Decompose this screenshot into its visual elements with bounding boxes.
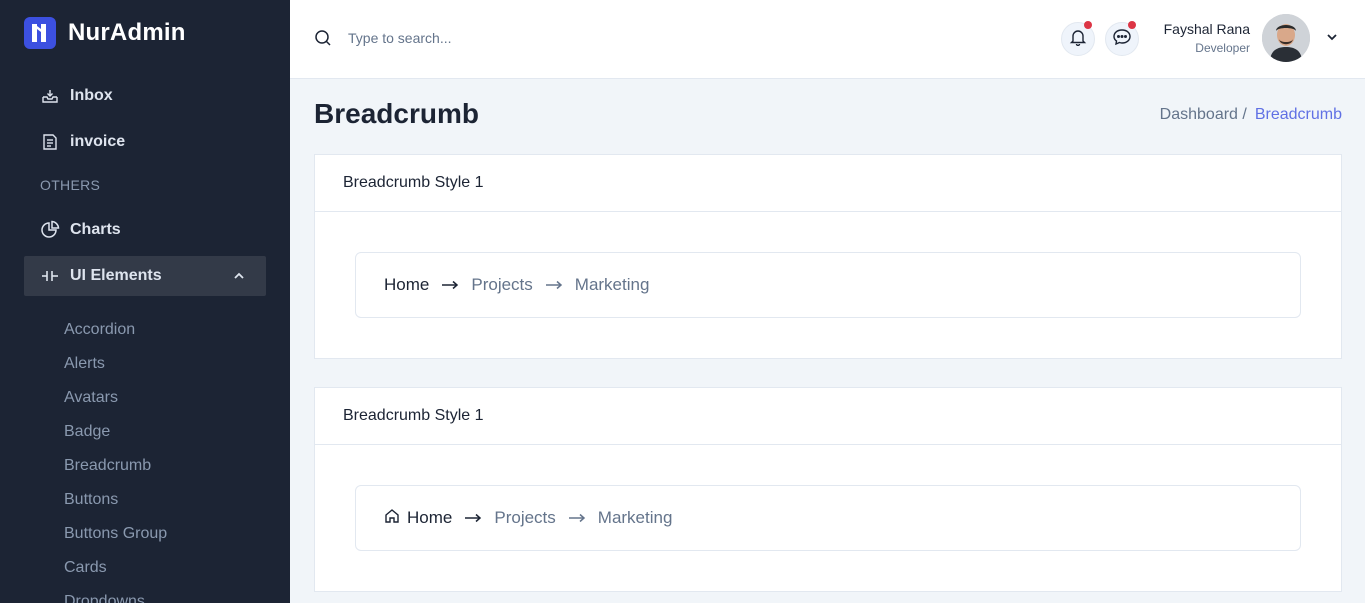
submenu-item-breadcrumb[interactable]: Breadcrumb xyxy=(64,456,167,490)
chat-icon xyxy=(1112,27,1132,52)
search-icon[interactable] xyxy=(314,29,332,52)
breadcrumb-projects-link[interactable]: Projects xyxy=(471,275,532,295)
breadcrumb-card-1: Breadcrumb Style 1 Home Projects Marketi… xyxy=(314,154,1342,359)
sidebar-item-label: UI Elements xyxy=(70,267,162,284)
user-name[interactable]: Fayshal Rana xyxy=(1164,21,1250,37)
top-header: Fayshal Rana Developer xyxy=(290,0,1365,79)
breadcrumb-dashboard-link[interactable]: Dashboard / xyxy=(1160,106,1247,124)
submenu-item-accordion[interactable]: Accordion xyxy=(64,320,167,354)
breadcrumb: Dashboard / Breadcrumb xyxy=(1160,106,1342,124)
arrow-right-icon xyxy=(568,513,586,523)
breadcrumb-current: Breadcrumb xyxy=(1254,106,1342,123)
submenu-item-avatars[interactable]: Avatars xyxy=(64,388,167,422)
card-title: Breadcrumb Style 1 xyxy=(315,155,1341,212)
home-icon xyxy=(384,508,400,529)
sidebar-item-ui-elements[interactable]: UI Elements xyxy=(24,256,266,296)
chevron-down-icon[interactable] xyxy=(1325,30,1339,49)
user-role: Developer xyxy=(1195,41,1250,55)
notifications-button[interactable] xyxy=(1061,21,1095,56)
sidebar: NurAdmin Inbox invoice OTHERS Charts UI … xyxy=(0,0,290,603)
ui-elements-icon xyxy=(40,266,60,286)
breadcrumb-style-1: Home Projects Marketing xyxy=(355,252,1301,318)
ui-elements-submenu: Accordion Alerts Avatars Badge Breadcrum… xyxy=(64,320,167,603)
invoice-icon xyxy=(40,132,60,152)
brand-logo-icon xyxy=(24,17,56,49)
breadcrumb-home-link[interactable]: Home xyxy=(384,508,452,529)
submenu-item-alerts[interactable]: Alerts xyxy=(64,354,167,388)
sidebar-item-label: Charts xyxy=(70,221,121,238)
brand[interactable]: NurAdmin xyxy=(24,17,186,49)
breadcrumb-style-2: Home Projects Marketing xyxy=(355,485,1301,551)
breadcrumb-home-label: Home xyxy=(384,275,430,294)
breadcrumb-card-2: Breadcrumb Style 1 Home Projects Marketi… xyxy=(314,387,1342,592)
message-dot xyxy=(1128,21,1136,29)
submenu-item-dropdowns[interactable]: Dropdowns xyxy=(64,592,167,603)
sidebar-section-others: OTHERS xyxy=(40,177,101,193)
avatar[interactable] xyxy=(1262,14,1310,62)
search-input[interactable] xyxy=(348,26,668,50)
submenu-item-buttons-group[interactable]: Buttons Group xyxy=(64,524,167,558)
sidebar-item-inbox[interactable]: Inbox xyxy=(24,76,266,116)
notification-dot xyxy=(1084,21,1092,29)
breadcrumb-home-label: Home xyxy=(407,508,453,527)
breadcrumb-home-link[interactable]: Home xyxy=(384,275,429,295)
submenu-item-badge[interactable]: Badge xyxy=(64,422,167,456)
breadcrumb-marketing-link[interactable]: Marketing xyxy=(598,508,673,528)
brand-name: NurAdmin xyxy=(68,19,186,46)
arrow-right-icon xyxy=(464,513,482,523)
pie-chart-icon xyxy=(40,220,60,240)
sidebar-item-label: Inbox xyxy=(70,87,113,104)
breadcrumb-marketing-link[interactable]: Marketing xyxy=(575,275,650,295)
sidebar-item-label: invoice xyxy=(70,133,126,150)
submenu-item-cards[interactable]: Cards xyxy=(64,558,167,592)
bell-icon xyxy=(1069,28,1087,51)
page-title: Breadcrumb xyxy=(314,98,479,129)
sidebar-item-invoice[interactable]: invoice xyxy=(24,122,266,162)
messages-button[interactable] xyxy=(1105,21,1139,56)
card-title: Breadcrumb Style 1 xyxy=(315,388,1341,445)
chevron-up-icon xyxy=(232,269,246,288)
arrow-right-icon xyxy=(545,280,563,290)
arrow-right-icon xyxy=(441,280,459,290)
inbox-icon xyxy=(40,86,60,106)
sidebar-item-charts[interactable]: Charts xyxy=(24,210,266,250)
breadcrumb-projects-link[interactable]: Projects xyxy=(494,508,555,528)
submenu-item-buttons[interactable]: Buttons xyxy=(64,490,167,524)
